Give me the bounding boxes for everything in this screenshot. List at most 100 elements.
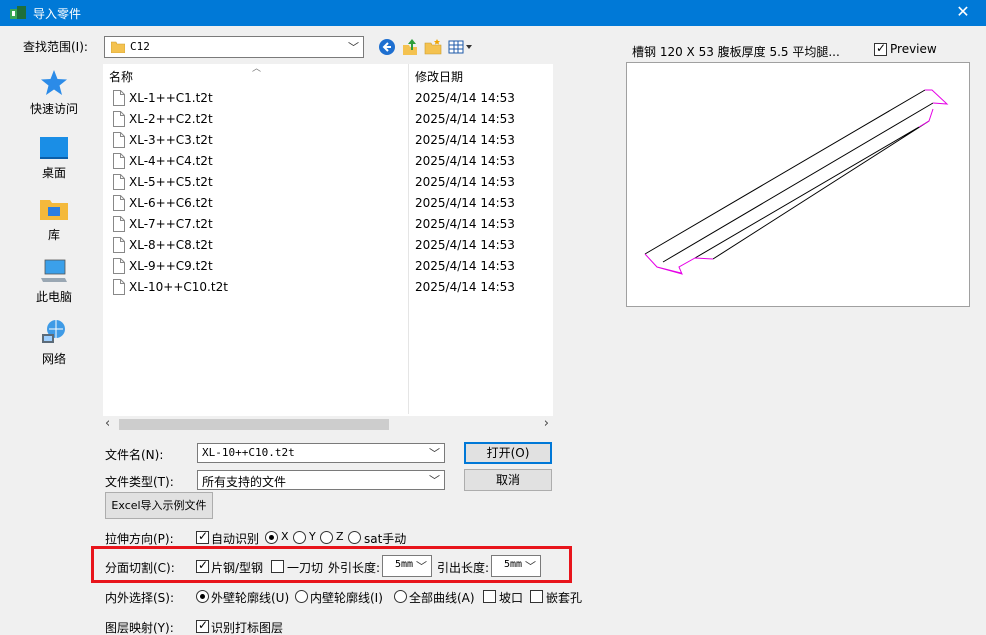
chevron-down-icon[interactable]: ﹀ — [429, 445, 440, 461]
list-item[interactable]: XL-8++C8.t2t 2025/4/14 14:53 — [103, 235, 553, 256]
place-desktop[interactable]: 桌面 — [14, 128, 94, 184]
desktop-icon — [40, 137, 68, 159]
scroll-left-icon[interactable]: ‹ — [105, 416, 110, 431]
file-date: 2025/4/14 14:53 — [415, 280, 515, 294]
chevron-down-icon: ﹀ — [429, 474, 440, 487]
file-name: XL-7++C7.t2t — [129, 217, 213, 231]
one-cut-checkbox[interactable] — [271, 560, 284, 573]
place-network[interactable]: 网络 — [14, 314, 94, 370]
excel-example-button[interactable]: Excel导入示例文件 — [105, 492, 213, 519]
list-item[interactable]: XL-6++C6.t2t 2025/4/14 14:53 — [103, 193, 553, 214]
star-icon — [41, 70, 67, 95]
radio-all-curves[interactable] — [394, 590, 407, 603]
place-label: 此电脑 — [35, 290, 72, 304]
column-header-date[interactable]: 修改日期 — [415, 68, 463, 90]
file-name: XL-2++C2.t2t — [129, 112, 213, 126]
list-item[interactable]: XL-3++C3.t2t 2025/4/14 14:53 — [103, 130, 553, 151]
radio-sat[interactable] — [348, 531, 361, 544]
preview-pane — [626, 62, 970, 307]
file-name: XL-10++C10.t2t — [129, 280, 228, 294]
list-item[interactable]: XL-7++C7.t2t 2025/4/14 14:53 — [103, 214, 553, 235]
filetype-label: 文件类型(T): — [105, 475, 174, 489]
recognize-layer-label: 识别打标图层 — [211, 621, 284, 635]
file-name: XL-9++C9.t2t — [129, 259, 213, 273]
stretch-label: 拉伸方向(P): — [105, 532, 174, 546]
channel-end-near — [644, 253, 714, 275]
one-cut-label: 一刀切 — [287, 561, 324, 575]
list-item[interactable]: XL-10++C10.t2t 2025/4/14 14:53 — [103, 277, 553, 298]
place-quick-access[interactable]: 快速访问 — [14, 64, 94, 120]
sort-ascending-icon: ︿ — [252, 64, 262, 74]
folder-icon — [111, 41, 125, 53]
scroll-right-icon[interactable]: › — [544, 416, 549, 431]
radio-z[interactable] — [320, 531, 333, 544]
ext-length-label: 外引长度: — [328, 561, 381, 575]
nested-hole-checkbox[interactable] — [530, 590, 543, 603]
file-name: XL-8++C8.t2t — [129, 238, 213, 252]
file-date: 2025/4/14 14:53 — [415, 217, 515, 231]
radio-inner-contour[interactable] — [295, 590, 308, 603]
plate-steel-checkbox[interactable] — [196, 558, 209, 573]
contour-label: 内外选择(S): — [105, 591, 175, 605]
filename-input[interactable]: XL-10++C10.t2t ﹀ — [197, 443, 445, 463]
app-icon — [10, 6, 26, 19]
open-button[interactable]: 打开(O) — [464, 442, 552, 464]
radio-y[interactable] — [293, 531, 306, 544]
preview-checkbox[interactable] — [874, 41, 887, 56]
horizontal-scrollbar[interactable]: ‹ › — [103, 416, 553, 432]
place-library[interactable]: 库 — [14, 190, 94, 246]
file-icon — [113, 111, 125, 127]
slope-checkbox[interactable] — [483, 590, 496, 603]
chevron-down-icon: ﹀ — [525, 560, 536, 573]
filename-label: 文件名(N): — [105, 448, 164, 462]
auto-detect-checkbox[interactable] — [196, 529, 209, 544]
place-label: 网络 — [41, 352, 66, 366]
new-folder-icon[interactable] — [424, 38, 442, 56]
auto-detect-label: 自动识别 — [211, 532, 260, 546]
cancel-button[interactable]: 取消 — [464, 469, 552, 491]
ext-length-dropdown[interactable]: 5mm ﹀ — [382, 555, 432, 577]
radio-outer-contour[interactable] — [196, 590, 209, 603]
radio-x[interactable] — [265, 531, 278, 544]
list-item[interactable]: XL-2++C2.t2t 2025/4/14 14:53 — [103, 109, 553, 130]
inner-contour-label: 内壁轮廓线(I) — [310, 591, 383, 605]
file-icon — [113, 279, 125, 295]
column-header-name[interactable]: 名称 — [109, 68, 133, 90]
chevron-down-icon: ﹀ — [348, 41, 359, 54]
file-date: 2025/4/14 14:53 — [415, 91, 515, 105]
back-icon[interactable] — [378, 38, 396, 56]
file-date: 2025/4/14 14:53 — [415, 112, 515, 126]
list-item[interactable]: XL-1++C1.t2t 2025/4/14 14:53 — [103, 88, 553, 109]
network-icon — [42, 320, 65, 343]
lookin-value: C12 — [130, 40, 150, 53]
filetype-dropdown[interactable]: 所有支持的文件 ﹀ — [197, 470, 445, 490]
lead-length-dropdown[interactable]: 5mm ﹀ — [491, 555, 541, 577]
view-menu-icon[interactable] — [448, 38, 474, 56]
title-bar: 导入零件 ✕ — [0, 0, 986, 26]
file-date: 2025/4/14 14:53 — [415, 154, 515, 168]
scrollbar-thumb[interactable] — [119, 419, 389, 430]
close-icon[interactable]: ✕ — [940, 0, 986, 26]
place-label: 库 — [47, 228, 60, 242]
file-icon — [113, 195, 125, 211]
recognize-layer-checkbox[interactable] — [196, 618, 209, 633]
cut-label: 分面切割(C): — [105, 561, 175, 575]
place-this-pc[interactable]: 此电脑 — [14, 252, 94, 308]
list-item[interactable]: XL-4++C4.t2t 2025/4/14 14:53 — [103, 151, 553, 172]
file-name: XL-1++C1.t2t — [129, 91, 213, 105]
radio-z-label: Z — [336, 530, 344, 543]
channel-outline — [644, 89, 934, 263]
file-name: XL-5++C5.t2t — [129, 175, 213, 189]
list-item[interactable]: XL-5++C5.t2t 2025/4/14 14:53 — [103, 172, 553, 193]
lookin-dropdown[interactable]: C12 ﹀ — [104, 36, 364, 58]
layer-label: 图层映射(Y): — [105, 621, 174, 635]
file-name: XL-6++C6.t2t — [129, 196, 213, 210]
file-list[interactable]: ︿ 名称 修改日期 XL-1++C1.t2t 2025/4/14 14:53 X… — [103, 64, 553, 432]
filetype-value: 所有支持的文件 — [202, 475, 287, 489]
list-item[interactable]: XL-9++C9.t2t 2025/4/14 14:53 — [103, 256, 553, 277]
file-icon — [113, 174, 125, 190]
file-date: 2025/4/14 14:53 — [415, 238, 515, 252]
computer-icon — [41, 259, 67, 282]
radio-x-label: X — [281, 530, 289, 543]
up-folder-icon[interactable] — [401, 38, 419, 56]
